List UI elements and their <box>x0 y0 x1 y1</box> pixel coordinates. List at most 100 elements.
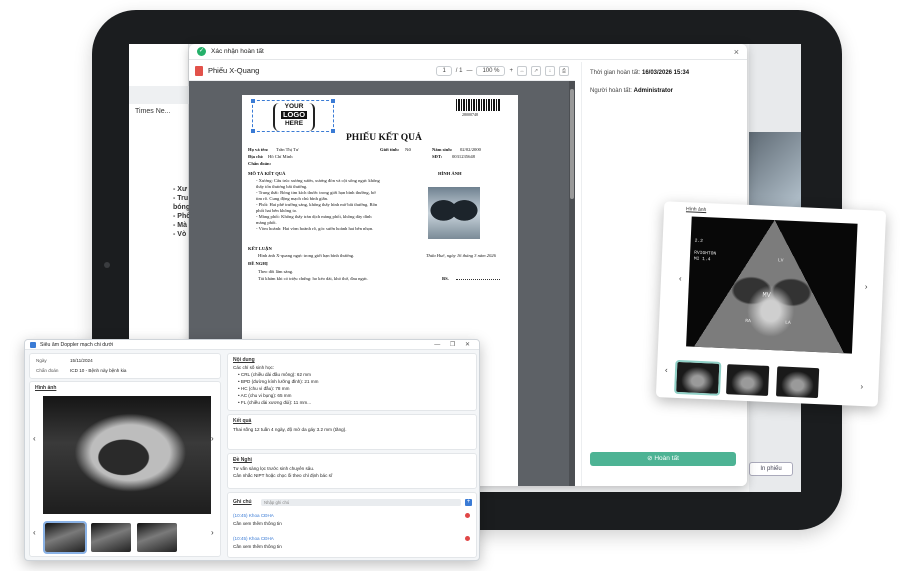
signature-line <box>456 279 500 280</box>
metric-text: FL (chiều dài xương đùi): 11 mm... <box>240 400 312 405</box>
zoom-out-button[interactable]: — <box>466 68 472 74</box>
gender-label: Giới tính: <box>380 147 400 152</box>
patient-info-card: Ngày 15/11/2024 Chẩn đoán ICD 10 - Bệnh … <box>29 353 221 379</box>
echo-thumbnail[interactable] <box>674 359 722 396</box>
person-value: Administrator <box>633 88 673 94</box>
bg-line: - Mà <box>173 222 187 229</box>
echo-overlay: RA <box>745 318 751 325</box>
doc-title: Phiếu X-Quang <box>208 66 260 75</box>
ultrasound-image[interactable] <box>43 396 211 514</box>
chevron-left-icon[interactable]: ‹ <box>665 365 668 374</box>
note-input[interactable]: Nhập ghi chú <box>261 499 461 506</box>
window-controls[interactable]: — ❐ ✕ <box>434 341 474 348</box>
page-input[interactable]: 1 <box>436 65 452 76</box>
doppler-header: Siêu âm Doppler mạch chi dưới — ❐ ✕ <box>25 340 479 350</box>
complete-button[interactable]: ⊘ Hoàn tất <box>590 452 736 466</box>
resize-handle[interactable] <box>331 129 335 133</box>
chevron-left-icon[interactable]: ‹ <box>33 528 36 537</box>
metric-text: CRL (chiều dài đầu mông): 62 mm <box>240 372 311 377</box>
page-total: / 1 <box>455 67 463 74</box>
chevron-left-icon[interactable]: ‹ <box>33 434 36 443</box>
resize-handle[interactable] <box>331 99 335 103</box>
echo-label: Hình ảnh <box>685 206 707 214</box>
image-label: Hình ảnh <box>35 385 57 391</box>
chevron-right-icon[interactable]: › <box>860 382 863 391</box>
logo-placeholder[interactable]: YOUR LOGO HERE <box>251 99 335 133</box>
bg-line: bóng <box>173 204 191 211</box>
content-label: Nội dung <box>233 357 255 363</box>
metric-text: AC (chu vi bụng): 65 mm <box>240 393 292 398</box>
barcode-number: 28000748 <box>462 112 478 117</box>
add-note-button[interactable]: + <box>465 499 472 506</box>
note-author: (10:45) Khoa CĐHA <box>233 536 274 541</box>
zoom-value: 100 <box>482 67 493 74</box>
doppler-title: Siêu âm Doppler mạch chi dưới <box>40 341 114 348</box>
bg-line: - Phổ <box>173 213 191 220</box>
viewer-scroll-thumb[interactable] <box>570 89 574 199</box>
complete-button-label: Hoàn tất <box>654 455 679 462</box>
print-icon[interactable]: ⎙ <box>559 65 569 76</box>
font-select[interactable]: Times Ne... <box>135 108 171 115</box>
metric-text: HC (chu vi đầu): 78 mm <box>240 386 290 391</box>
diagnosis-value: ICD 10 - Bệnh này bệnh kia <box>70 368 127 373</box>
result-text: Thai sống 12 tuần 4 ngày, độ mờ da gáy 3… <box>233 427 347 432</box>
resize-handle[interactable] <box>251 99 255 103</box>
metric-line: • HC (chu vi đầu): 78 mm <box>238 386 290 391</box>
zoom-input[interactable]: 100 % <box>476 65 506 76</box>
desc-line: - Vòm hoành: Hai vòm hoành rõ, góc sườn … <box>256 226 374 231</box>
desc-line: - Trung thất: Bóng tim kích thước trong … <box>256 190 376 195</box>
phone-label: SĐT: <box>432 154 443 159</box>
bg-line: - Xư <box>173 186 188 193</box>
name-value: Trần Thị Tư <box>276 147 299 152</box>
gender-value: Nữ <box>405 147 411 152</box>
suggest-line: Tư vấn sàng lọc trước sinh chuyên sâu. <box>233 466 315 471</box>
notes-label: Ghi chú <box>233 499 252 505</box>
delete-note-icon[interactable] <box>465 513 470 518</box>
echo-thumbnail[interactable] <box>726 364 770 396</box>
name-label: Họ và tên: <box>248 147 269 152</box>
desc-line: tim rõ. Cung động mạch chủ bình giãn. <box>256 196 329 201</box>
ultrasound-thumbnail[interactable] <box>91 523 131 552</box>
note-text: Cần xem thêm thông tin <box>233 521 282 526</box>
echo-overlay: LV <box>777 258 784 264</box>
note-author: (10:45) Khoa CĐHA <box>233 513 274 518</box>
zoom-unit: % <box>494 67 500 74</box>
resize-handle[interactable] <box>251 129 255 133</box>
bg-line: - Vò <box>173 231 187 238</box>
download-icon[interactable]: ↓ <box>545 65 555 76</box>
date-label: Ngày <box>36 358 47 363</box>
close-icon[interactable]: × <box>734 47 739 57</box>
echo-thumbnail[interactable] <box>775 366 820 399</box>
print-phieu-button[interactable]: In phiếu <box>749 462 793 476</box>
echo-image-card: Hình ảnh 2.2 RVIGHTON MI 1.4 LV MV LA RA… <box>655 201 887 407</box>
suggest-header: ĐỀ NGHỊ <box>248 261 268 266</box>
fit-width-icon[interactable]: ↔ <box>517 65 527 76</box>
chevron-right-icon[interactable]: › <box>211 528 214 537</box>
pdf-file-icon <box>195 65 203 76</box>
echo-overlay: MI 1.4 <box>693 256 711 263</box>
suggest-label: Đề Nghị <box>233 457 252 463</box>
completed-by: Người hoàn tất: Administrator <box>590 88 673 94</box>
image-header: HÌNH ẢNH <box>438 171 462 176</box>
notes-card: Ghi chú Nhập ghi chú + (10:45) Khoa CĐHA… <box>227 492 477 558</box>
address-label: Địa chỉ: <box>248 154 264 159</box>
report-title: PHIẾU KẾT QUẢ <box>346 133 422 143</box>
desc-line: - Màng phổi: Không thấy tràn dịch màng p… <box>256 214 372 219</box>
pager: 1 / 1 — 100 % + ↔ ↗ ↓ ⎙ <box>436 65 569 76</box>
echo-image[interactable]: 2.2 RVIGHTON MI 1.4 LV MV LA RA <box>686 216 858 354</box>
ultrasound-thumbnail[interactable] <box>43 521 87 554</box>
chevron-right-icon[interactable]: › <box>211 434 214 443</box>
chevron-right-icon[interactable]: › <box>865 282 868 291</box>
diagnosis-label: Chẩn đoán <box>36 368 59 373</box>
ultrasound-thumbnail[interactable] <box>137 523 177 552</box>
completion-time: Thời gian hoàn tất: 16/03/2026 15:34 <box>590 70 689 76</box>
chevron-left-icon[interactable]: ‹ <box>679 274 682 283</box>
stage: Times Ne... - Xư - Tru bóng - Phổ - Mà -… <box>0 0 906 571</box>
zoom-in-button[interactable]: + <box>509 68 513 74</box>
delete-note-icon[interactable] <box>465 536 470 541</box>
desc-line: - Xương: Cấu trúc xương sườn, xương đòn … <box>256 178 380 183</box>
suggest-line: Tái khám khi có triệu chứng: ho kéo dài,… <box>258 276 369 281</box>
open-external-icon[interactable]: ↗ <box>531 65 541 76</box>
tablet-camera-dot <box>104 262 110 268</box>
bg-line: - Tru <box>173 195 189 202</box>
